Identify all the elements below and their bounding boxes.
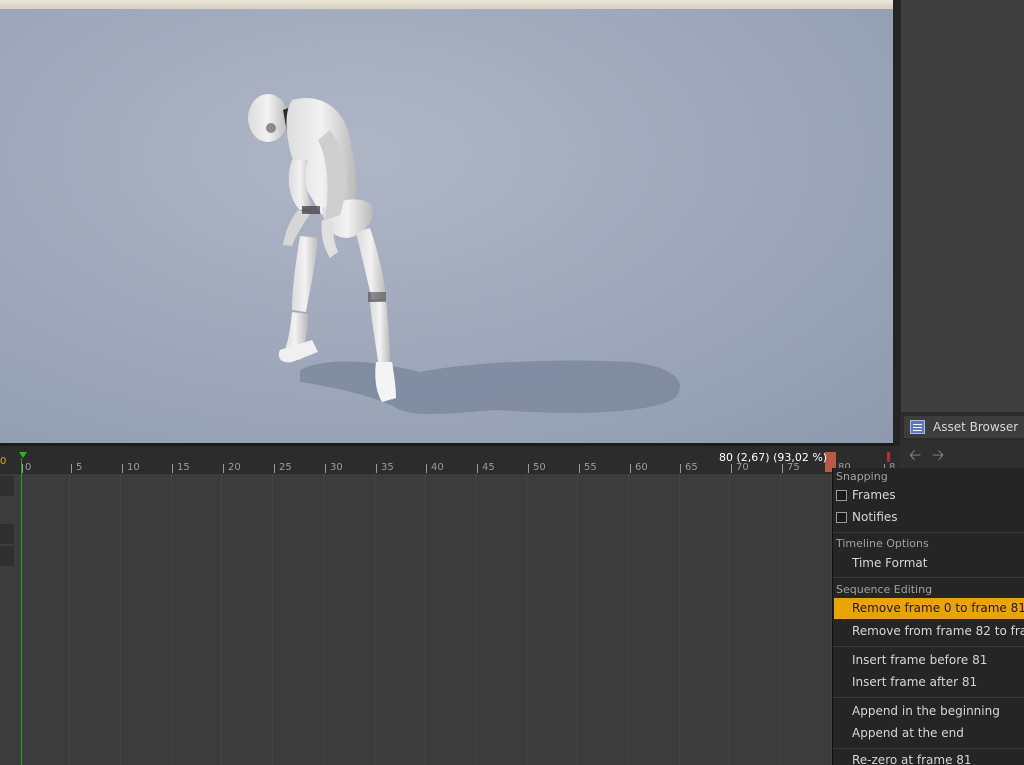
append-beginning-menu-item[interactable]: Append in the beginning	[852, 704, 1000, 718]
timeline-tick	[223, 464, 224, 473]
panel-splitter[interactable]	[893, 0, 900, 446]
remove-before-menu-item[interactable]: Remove frame 0 to frame 81	[834, 598, 1024, 619]
timeline-tick-label: 20	[228, 462, 241, 473]
timeline-gridline	[69, 474, 70, 765]
notifies-menu-item[interactable]: Notifies	[852, 510, 898, 524]
timeline-tick-label: 0	[25, 462, 32, 473]
timeline-tick	[426, 464, 427, 473]
context-menu: Snapping Frames Notifies Timeline Option…	[832, 468, 1024, 765]
timeline-tick-label: 15	[177, 462, 190, 473]
playhead-label: 80 (2,67) (93,02 %)	[719, 451, 828, 464]
timeline-tick-label: 5	[76, 462, 83, 473]
timeline-tick	[731, 464, 732, 473]
character-shadow	[300, 360, 680, 415]
timeline-tick-label: 50	[533, 462, 546, 473]
remove-after-menu-item[interactable]: Remove from frame 82 to frame 8	[852, 624, 1024, 638]
time-format-menu-item[interactable]: Time Format	[852, 556, 927, 570]
animation-viewport[interactable]	[0, 0, 893, 443]
track-slot[interactable]	[0, 524, 14, 544]
timeline-tick	[172, 464, 173, 473]
timeline-gridline	[780, 474, 781, 765]
track-slot[interactable]	[0, 546, 14, 566]
rezero-menu-item[interactable]: Re-zero at frame 81	[852, 753, 972, 765]
timeline-tick	[528, 464, 529, 473]
frames-checkbox[interactable]	[836, 490, 847, 501]
sequence-editing-header: Sequence Editing	[836, 583, 933, 596]
timeline-gridline	[120, 474, 121, 765]
timeline-options-header: Timeline Options	[836, 537, 929, 550]
timeline-gridline	[729, 474, 730, 765]
remove-before-label: Remove frame 0 to frame 81	[852, 601, 1024, 615]
viewport-border	[0, 443, 893, 446]
timeline-gridline	[272, 474, 273, 765]
timeline-tick	[782, 464, 783, 473]
timeline-tick	[477, 464, 478, 473]
timeline-tick-label: 65	[685, 462, 698, 473]
timeline-tick	[274, 464, 275, 473]
asset-browser-nav: 🡠 🡢	[900, 440, 1024, 468]
asset-browser-tab[interactable]: Asset Browser	[904, 416, 1024, 438]
arrow-right-icon[interactable]: 🡢	[932, 445, 944, 470]
end-marker[interactable]	[887, 452, 890, 462]
menu-separator	[833, 577, 1024, 578]
notifies-checkbox[interactable]	[836, 512, 847, 523]
timeline-tick	[71, 464, 72, 473]
timeline-tick	[630, 464, 631, 473]
timeline-gridline	[679, 474, 680, 765]
asset-browser-tab-label: Asset Browser	[933, 420, 1019, 434]
frames-menu-item[interactable]: Frames	[852, 488, 896, 502]
timeline-tick	[122, 464, 123, 473]
timeline-tick	[680, 464, 681, 473]
timeline-gridline	[526, 474, 527, 765]
timeline-track-area[interactable]	[0, 474, 893, 765]
timeline-gridline	[221, 474, 222, 765]
menu-separator	[833, 748, 1024, 749]
details-panel	[900, 0, 1024, 412]
timeline-tick-label: 30	[330, 462, 343, 473]
timeline-tick	[376, 464, 377, 473]
timeline-tick-label: 55	[584, 462, 597, 473]
timeline-tick	[325, 464, 326, 473]
menu-separator	[833, 697, 1024, 698]
timeline-gridline	[577, 474, 578, 765]
timeline-tick-label: 25	[279, 462, 292, 473]
timeline-gridline	[425, 474, 426, 765]
track-slot[interactable]	[0, 476, 14, 496]
timeline-gridline	[171, 474, 172, 765]
append-end-menu-item[interactable]: Append at the end	[852, 726, 964, 740]
timeline-tick-label: 10	[127, 462, 140, 473]
menu-separator	[833, 532, 1024, 533]
timeline-tick-label: 60	[635, 462, 648, 473]
mannequin-character	[248, 94, 680, 415]
menu-separator	[833, 646, 1024, 647]
timeline-tick-label: 35	[381, 462, 394, 473]
timeline-gridline	[475, 474, 476, 765]
arrow-left-icon[interactable]: 🡠	[909, 445, 921, 470]
timeline-gridline	[374, 474, 375, 765]
insert-before-menu-item[interactable]: Insert frame before 81	[852, 653, 987, 667]
insert-after-menu-item[interactable]: Insert frame after 81	[852, 675, 977, 689]
timeline-tick-label: 45	[482, 462, 495, 473]
asset-browser-icon	[910, 420, 925, 434]
start-line	[21, 458, 22, 765]
frame-origin-label: 0	[0, 456, 7, 467]
timeline-tick-label: 40	[431, 462, 444, 473]
snapping-header: Snapping	[836, 470, 888, 483]
timeline-gridline	[323, 474, 324, 765]
timeline-tick	[579, 464, 580, 473]
timeline-tick	[22, 464, 23, 473]
timeline-gridline	[628, 474, 629, 765]
